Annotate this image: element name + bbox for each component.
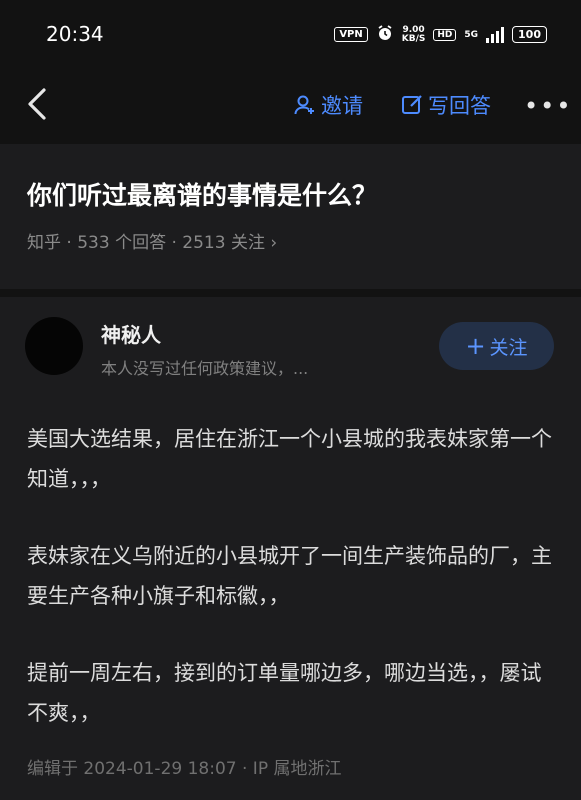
- battery-icon: 100: [512, 26, 547, 43]
- status-time: 20:34: [46, 22, 104, 46]
- answer-paragraph: 表妹家在义乌附近的小县城开了一间生产装饰品的厂，主要生产各种小旗子和标徽，，: [27, 544, 552, 608]
- person-add-icon: [294, 95, 314, 115]
- avatar[interactable]: [25, 317, 83, 375]
- edit-info: 编辑于 2024-01-29 18:07 · IP 属地浙江: [27, 759, 342, 779]
- edit-icon: [402, 95, 422, 114]
- question-meta[interactable]: 知乎 · 533 个回答 · 2513 关注 ›: [27, 228, 277, 253]
- write-answer-button[interactable]: 写回答: [400, 90, 491, 120]
- author-bio: 本人没写过任何政策建议，...: [101, 359, 309, 378]
- status-icons: VPN 9.00 KB/S HD 5G 100: [334, 24, 547, 45]
- more-options-icon[interactable]: •••: [524, 92, 572, 120]
- answer-card: 神秘人 本人没写过任何政策建议，... + 关注 美国大选结果，居住在浙江一个小…: [0, 297, 581, 800]
- answer-paragraph: 提前一周左右，接到的订单量哪边多，哪边当选，，屡试不爽，，: [27, 661, 542, 725]
- status-bar: 20:34 VPN 9.00 KB/S HD 5G 100: [0, 0, 581, 70]
- follow-button[interactable]: + 关注: [439, 322, 554, 370]
- question-card[interactable]: 你们听过最离谱的事情是什么？ 知乎 · 533 个回答 · 2513 关注 ›: [0, 144, 581, 289]
- plus-icon: +: [465, 332, 486, 360]
- network-type: 5G: [464, 29, 479, 40]
- speed-unit: KB/S: [401, 33, 426, 44]
- chevron-left-icon: [28, 88, 46, 120]
- answer-paragraph: 美国大选结果，居住在浙江一个小县城的我表妹家第一个知道，，，: [27, 427, 552, 491]
- follow-label: 关注: [489, 336, 528, 359]
- network-speed: 9.00 KB/S: [401, 25, 426, 44]
- author-name[interactable]: 神秘人: [101, 319, 161, 348]
- invite-label: 邀请: [321, 94, 363, 118]
- vpn-icon: VPN: [334, 27, 368, 42]
- invite-button[interactable]: 邀请: [293, 90, 363, 120]
- signal-icon: [486, 26, 505, 43]
- top-nav: 邀请 写回答 •••: [0, 70, 581, 144]
- write-answer-label: 写回答: [428, 94, 491, 118]
- alarm-icon: [376, 24, 394, 45]
- hd-icon: HD: [433, 28, 457, 41]
- back-button[interactable]: [20, 84, 56, 124]
- question-title[interactable]: 你们听过最离谱的事情是什么？: [27, 176, 377, 212]
